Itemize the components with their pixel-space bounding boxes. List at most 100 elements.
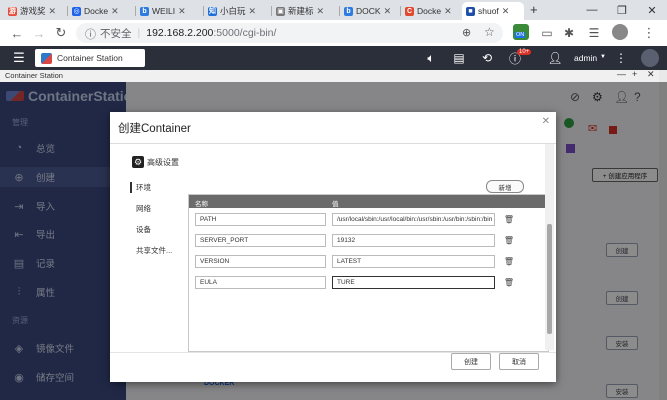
background-tasks-icon[interactable]: ▤	[450, 49, 468, 67]
window-maximize-icon[interactable]: +	[632, 69, 637, 79]
tab-shared-folders[interactable]: 共享文件...	[130, 245, 172, 256]
column-name-header: 名称	[195, 201, 208, 208]
minimize-button[interactable]: —	[577, 1, 607, 19]
browser-tab[interactable]: b DOCK ✕	[340, 2, 398, 20]
cancel-button[interactable]: 取消	[499, 353, 539, 370]
app-tab[interactable]: Container Station	[35, 49, 145, 67]
info-icon[interactable]: ⓘ	[85, 26, 96, 42]
env-name-field[interactable]: VERSION	[195, 255, 326, 268]
tab-favicon: 知	[208, 6, 217, 16]
close-icon[interactable]: ✕	[502, 6, 510, 17]
trash-icon[interactable]: 🗑︎	[504, 215, 514, 224]
bookmark-star-icon[interactable]: ☆	[484, 25, 495, 39]
tab-favicon: 游	[8, 6, 17, 16]
tab-favicon: b	[344, 6, 353, 16]
advanced-settings-label: 高级设置	[147, 157, 179, 167]
column-value-header: 值	[332, 201, 339, 208]
chevron-down-icon[interactable]: ▼	[600, 54, 606, 60]
address-bar[interactable]: ⓘ 不安全 | 192.168.2.200 :5000/cgi-bin/ ⊕ ☆	[76, 23, 503, 43]
browser-tab-active[interactable]: ■ shuof ✕	[462, 2, 524, 20]
add-button[interactable]: 新增	[486, 180, 524, 193]
url-path: :5000/cgi-bin/	[213, 27, 277, 39]
tab-title: DOCK	[356, 6, 381, 16]
env-value-field[interactable]: /usr/local/sbin:/usr/local/bin:/usr/sbin…	[332, 213, 495, 226]
trash-icon[interactable]: 🗑︎	[504, 278, 514, 287]
env-value-field[interactable]: TURE	[332, 276, 495, 289]
insecure-label: 不安全	[100, 27, 132, 40]
trash-icon[interactable]: 🗑︎	[504, 257, 514, 266]
qts-top-bar: ☰ Container Station 🔈︎ ▤ ⟲ ⓘ 10+ 👤︎ admi…	[0, 46, 667, 70]
browser-tab[interactable]: ▣ 新建标 ✕	[272, 2, 336, 20]
back-icon[interactable]: ←	[8, 24, 26, 42]
username[interactable]: admin	[574, 53, 597, 63]
container-station-icon	[41, 52, 52, 64]
extensions-icon[interactable]: ✱	[560, 24, 578, 42]
window-close-icon[interactable]: ✕	[647, 69, 655, 80]
reload-icon[interactable]: ↻	[52, 24, 70, 42]
tab-title: shuof	[478, 6, 499, 16]
tab-title: 游戏奖	[20, 6, 46, 16]
close-icon[interactable]: ✕	[249, 6, 257, 17]
env-value-field[interactable]: 19132	[332, 234, 495, 247]
env-name-field[interactable]: EULA	[195, 276, 326, 289]
dialog-title: 创建Container	[118, 123, 191, 135]
divider	[110, 143, 556, 144]
user-icon[interactable]: 👤︎	[546, 49, 564, 67]
reading-list-icon[interactable]: ☰	[585, 24, 603, 42]
window-title: Container Station	[5, 71, 63, 80]
tab-title: 小白玩	[220, 6, 246, 16]
tab-title: 新建标	[288, 6, 314, 16]
extension-icon[interactable]: ON	[513, 24, 529, 40]
dashboard-icon[interactable]	[641, 49, 659, 67]
close-icon[interactable]: ✕	[317, 6, 325, 17]
separator: |	[137, 27, 141, 39]
forward-icon[interactable]: →	[30, 24, 48, 42]
close-window-button[interactable]: ✕	[637, 1, 667, 19]
window-minimize-icon[interactable]: —	[617, 69, 626, 79]
browser-tab[interactable]: C Docke ✕	[401, 2, 461, 20]
external-device-icon[interactable]: ⟲	[478, 49, 496, 67]
menu-icon[interactable]: ⋮	[640, 24, 658, 42]
close-icon[interactable]: ✕	[178, 6, 186, 17]
tab-title: Docke	[84, 6, 109, 16]
create-container-dialog: 创建Container ✕ ⚙ 高级设置 环境 网络 设备 共享文件... 新增…	[110, 112, 556, 382]
new-tab-button[interactable]: +	[530, 2, 538, 17]
main-menu-icon[interactable]: ☰	[10, 49, 28, 67]
tab-favicon: ■	[466, 6, 475, 16]
create-button[interactable]: 创建	[451, 353, 491, 370]
speaker-icon[interactable]: 🔈︎	[422, 49, 440, 67]
close-icon[interactable]: ✕	[384, 6, 392, 17]
close-icon[interactable]: ✕	[111, 6, 119, 17]
maximize-button[interactable]: ❐	[607, 1, 637, 19]
tab-title: WEILI	[152, 6, 176, 16]
tab-environment[interactable]: 环境	[130, 182, 151, 193]
url-host: 192.168.2.200	[146, 27, 214, 39]
close-icon[interactable]: ✕	[542, 116, 550, 127]
table-header: 名称 值	[189, 195, 548, 208]
close-icon[interactable]: ✕	[49, 6, 57, 17]
browser-toolbar: ← → ↻ ⓘ 不安全 | 192.168.2.200 :5000/cgi-bi…	[0, 20, 667, 47]
advanced-settings-header[interactable]: ⚙ 高级设置	[132, 156, 179, 168]
close-icon[interactable]: ✕	[444, 6, 452, 17]
cast-icon[interactable]: ▭	[538, 24, 556, 42]
scrollbar-thumb[interactable]	[547, 224, 552, 334]
more-icon[interactable]: ⋮	[612, 49, 630, 67]
extension-badge: ON	[515, 32, 526, 38]
tab-devices[interactable]: 设备	[130, 224, 151, 235]
browser-tab[interactable]: 游 游戏奖 ✕	[4, 2, 64, 20]
env-name-field[interactable]: PATH	[195, 213, 326, 226]
env-table: 名称 值 PATH /usr/local/sbin:/usr/local/bin…	[188, 194, 549, 352]
tab-network[interactable]: 网络	[130, 203, 151, 214]
tab-favicon: b	[140, 6, 149, 16]
gear-icon: ⚙	[132, 156, 144, 168]
trash-icon[interactable]: 🗑︎	[504, 236, 514, 245]
zoom-icon[interactable]: ⊕	[462, 26, 471, 39]
browser-tab[interactable]: 知 小白玩 ✕	[204, 2, 268, 20]
tab-title: Docke	[417, 6, 442, 16]
browser-tab[interactable]: b WEILI ✕	[136, 2, 200, 20]
browser-tab[interactable]: ◎ Docke ✕	[68, 2, 132, 20]
env-value-field[interactable]: LATEST	[332, 255, 495, 268]
env-name-field[interactable]: SERVER_PORT	[195, 234, 326, 247]
profile-avatar[interactable]	[612, 24, 628, 40]
dialog-scrollbar[interactable]	[545, 144, 554, 350]
